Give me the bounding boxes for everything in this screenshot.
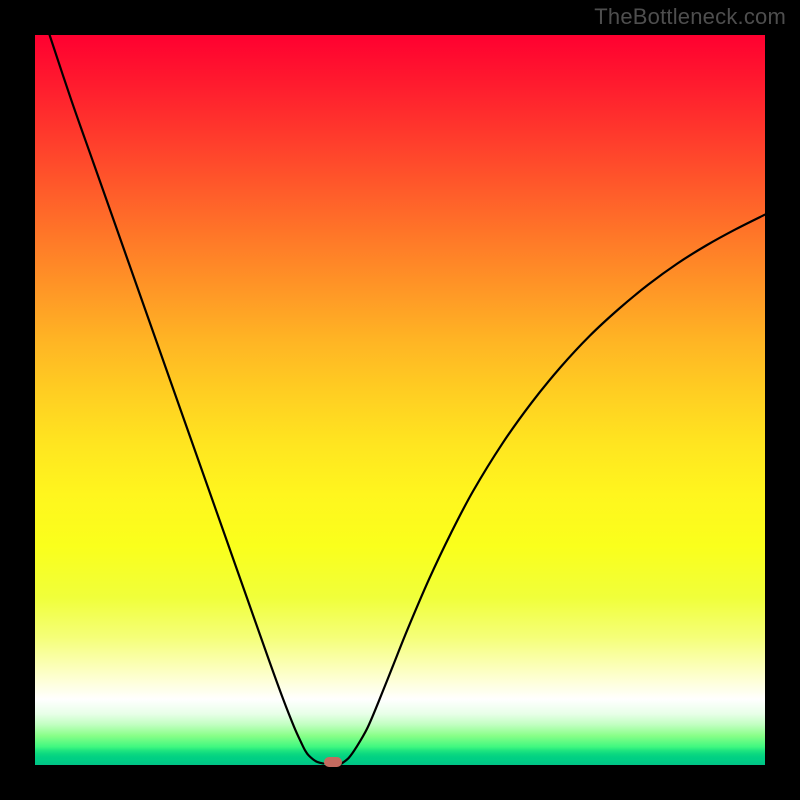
curve-svg (35, 35, 765, 765)
left-branch-curve (50, 35, 324, 764)
right-branch-curve (342, 215, 765, 764)
minimum-marker (324, 757, 342, 767)
chart-container: TheBottleneck.com (0, 0, 800, 800)
watermark-text: TheBottleneck.com (594, 4, 786, 30)
